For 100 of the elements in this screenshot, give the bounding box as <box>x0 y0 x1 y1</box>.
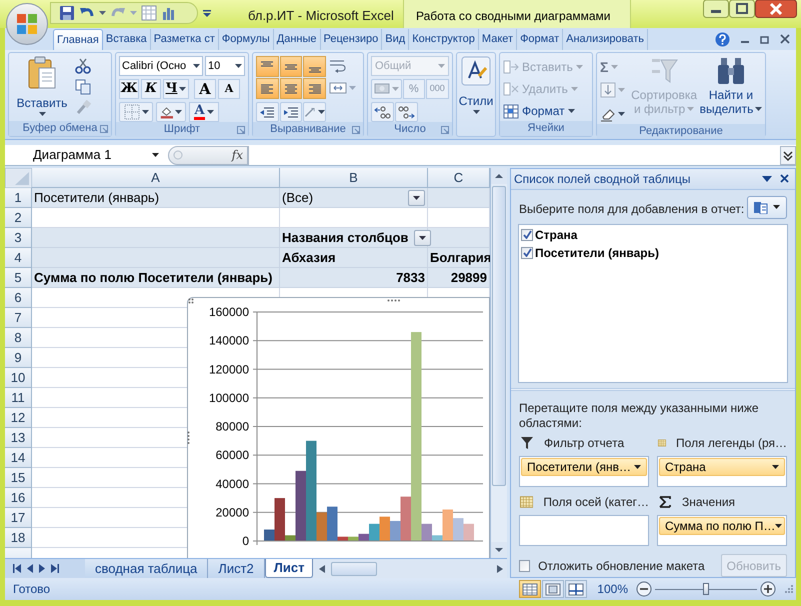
sheet-tab[interactable]: сводная таблица <box>85 559 208 578</box>
row-header[interactable]: 11 <box>5 388 32 408</box>
pane-menu-icon[interactable] <box>762 176 772 182</box>
next-sheet-icon[interactable] <box>39 564 45 573</box>
row-header[interactable]: 5 <box>5 268 32 288</box>
maximize-icon[interactable] <box>729 0 755 18</box>
underline-button[interactable]: Ч <box>163 79 189 99</box>
decrease-decimal-icon[interactable] <box>398 104 415 120</box>
align-top-icon[interactable] <box>256 56 279 77</box>
close-icon[interactable] <box>755 0 797 18</box>
layout-button[interactable] <box>747 196 787 219</box>
orientation-icon[interactable] <box>304 105 316 119</box>
font-color-button[interactable]: A <box>189 102 219 122</box>
increase-indent-icon[interactable] <box>282 105 299 119</box>
scroll-left-icon[interactable] <box>317 564 328 574</box>
row-header[interactable]: 18 <box>5 528 32 548</box>
page-break-button[interactable] <box>565 580 588 598</box>
minimize-icon[interactable] <box>703 0 729 18</box>
increase-decimal-icon[interactable] <box>374 104 391 120</box>
normal-view-button[interactable] <box>519 580 542 598</box>
bold-button[interactable]: Ж <box>119 79 139 99</box>
chart-area[interactable]: 0 20000 40000 60000 80000 100000 120000 140000 160000 <box>187 297 490 558</box>
close-icon[interactable] <box>780 174 789 184</box>
row-header[interactable]: 16 <box>5 488 32 508</box>
styles-button[interactable]: Стили <box>460 56 492 136</box>
paste-button[interactable]: Вставить <box>12 56 72 121</box>
insert-function-button[interactable]: fx <box>232 146 243 164</box>
find-select-button[interactable]: Найти и выделить <box>700 56 762 124</box>
slider-thumb[interactable] <box>703 583 709 595</box>
checkbox[interactable] <box>519 560 530 572</box>
row-header[interactable]: 15 <box>5 468 32 488</box>
filter-dropdown-button[interactable] <box>414 230 432 246</box>
row-header[interactable]: 13 <box>5 428 32 448</box>
restore-icon[interactable] <box>760 34 770 44</box>
row-header[interactable]: 1 <box>5 188 32 208</box>
zoom-out-icon[interactable] <box>636 581 652 597</box>
font-name-field[interactable]: Calibri (Осно <box>119 56 203 76</box>
field-chip[interactable]: Страна <box>659 458 785 476</box>
checkbox[interactable] <box>521 228 533 241</box>
column-header[interactable]: C <box>428 168 490 188</box>
align-right-icon[interactable] <box>303 78 326 99</box>
sheet-tab[interactable]: Лист2 <box>208 559 265 578</box>
merge-cells-icon[interactable] <box>329 80 347 96</box>
column-header[interactable]: B <box>280 168 428 188</box>
copy-icon[interactable] <box>75 79 91 95</box>
grow-font-button[interactable]: A <box>194 79 216 99</box>
checkbox[interactable] <box>521 246 533 259</box>
italic-button[interactable]: К <box>141 79 161 99</box>
column-header[interactable]: A <box>32 168 280 188</box>
row-header[interactable]: 8 <box>5 328 32 348</box>
field-chip[interactable]: Посетители (янв… <box>521 458 647 476</box>
filter-dropdown-button[interactable] <box>408 190 425 206</box>
resize-handle-icon[interactable] <box>187 431 190 445</box>
align-bottom-icon[interactable] <box>303 56 326 77</box>
field-chip[interactable]: Сумма по полю П… <box>659 517 785 536</box>
scroll-up-icon[interactable] <box>491 168 507 184</box>
row-header[interactable]: 12 <box>5 408 32 428</box>
zoom-level-text[interactable]: 100% <box>597 580 628 598</box>
font-size-field[interactable]: 10 <box>205 56 245 76</box>
row-header[interactable]: 3 <box>5 228 32 248</box>
close-icon[interactable] <box>780 34 790 44</box>
row-header[interactable]: 7 <box>5 308 32 328</box>
wrap-text-icon[interactable] <box>329 58 347 74</box>
borders-icon[interactable] <box>124 104 140 120</box>
name-box[interactable]: Диаграмма 1 <box>33 146 163 164</box>
row-header[interactable]: 14 <box>5 448 32 468</box>
resize-handle-icon[interactable] <box>188 298 194 304</box>
save-icon[interactable] <box>59 5 75 21</box>
scroll-thumb[interactable] <box>331 562 378 576</box>
autosum-button[interactable]: Σ <box>600 58 628 76</box>
expand-icon[interactable] <box>780 146 796 164</box>
align-center-icon[interactable] <box>280 78 302 99</box>
chart-icon[interactable] <box>161 5 177 21</box>
ribbon-tab[interactable]: Главная <box>53 29 103 50</box>
row-header[interactable]: 9 <box>5 348 32 368</box>
office-button[interactable] <box>6 3 48 45</box>
shrink-font-button[interactable]: A <box>218 79 240 99</box>
grid-icon[interactable] <box>141 5 157 21</box>
scroll-right-icon[interactable] <box>495 564 505 574</box>
row-header[interactable]: 10 <box>5 368 32 388</box>
align-middle-icon[interactable] <box>280 56 302 77</box>
row-header[interactable]: 6 <box>5 288 32 308</box>
cut-icon[interactable] <box>75 58 91 74</box>
scroll-thumb[interactable] <box>492 186 506 486</box>
scroll-down-icon[interactable] <box>491 542 507 558</box>
customize-icon[interactable] <box>203 10 211 18</box>
decrease-indent-icon[interactable] <box>259 105 276 119</box>
row-header[interactable]: 17 <box>5 508 32 528</box>
previous-sheet-icon[interactable] <box>27 564 33 573</box>
row-header[interactable]: 4 <box>5 248 32 268</box>
zoom-in-icon[interactable] <box>760 581 776 597</box>
resize-handle-icon[interactable] <box>387 299 401 302</box>
sheet-tab[interactable]: Лист <box>264 559 314 578</box>
cells-format-button[interactable]: Формат <box>503 102 583 120</box>
last-sheet-icon[interactable] <box>51 564 59 573</box>
row-header[interactable]: 2 <box>5 208 32 228</box>
help-icon[interactable] <box>715 32 730 46</box>
first-sheet-icon[interactable] <box>13 564 21 573</box>
page-layout-button[interactable] <box>542 580 564 598</box>
fill-down-icon[interactable] <box>600 82 616 98</box>
